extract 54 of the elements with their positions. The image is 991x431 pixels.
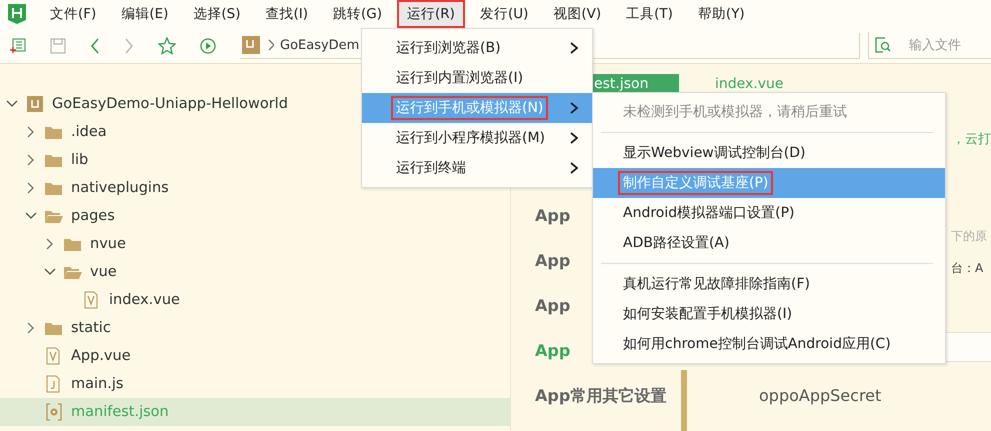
menu-item[interactable]: 跳转(G) — [323, 0, 392, 28]
section-link[interactable]: App — [535, 206, 570, 227]
folder-icon — [45, 321, 63, 335]
tree-item[interactable]: vue — [0, 258, 510, 286]
menu-item[interactable]: 查找(I) — [256, 0, 318, 28]
app-logo-icon — [8, 4, 26, 24]
body-text: 台：A — [951, 260, 984, 277]
menu-hint: 未检测到手机或模拟器，请稍后重试 — [622, 103, 848, 122]
section-link[interactable]: App常用其它设置 — [535, 386, 666, 407]
menu-item[interactable]: 运行(R) — [397, 0, 465, 28]
menu-item[interactable]: 帮助(Y) — [688, 0, 755, 28]
new-file-icon — [10, 38, 26, 54]
section-link[interactable]: App — [535, 251, 570, 272]
menu-item[interactable]: 选择(S) — [183, 0, 250, 28]
open-folder-icon — [64, 265, 82, 279]
section-link[interactable]: App — [535, 296, 570, 317]
config-file-icon — [45, 403, 63, 421]
tree-item[interactable]: nvue — [0, 230, 510, 258]
menu-item[interactable]: 视图(V) — [543, 0, 612, 28]
field-label: oppoAppSecret — [759, 386, 882, 405]
project-icon — [26, 96, 44, 112]
breadcrumb-item[interactable]: GoEasyDem — [280, 38, 360, 52]
search-field[interactable]: 输入文件 — [907, 36, 991, 54]
folder-icon — [45, 181, 63, 195]
back-icon — [90, 38, 100, 54]
tree-item[interactable]: pages — [0, 202, 510, 230]
project-icon — [242, 36, 260, 54]
menu-item[interactable]: 如何用chrome控制台调试Android应用(C) — [593, 329, 945, 359]
menu-item[interactable]: 工具(T) — [616, 0, 683, 28]
body-text: 下的原 — [951, 228, 987, 245]
menu-item[interactable]: Android模拟器端口设置(P) — [593, 198, 945, 228]
folder-icon — [64, 237, 82, 251]
tree-item[interactable]: main.js — [0, 370, 510, 398]
forward-icon — [124, 38, 134, 54]
tree-item[interactable]: static — [0, 314, 510, 342]
menu-item[interactable]: 真机运行常见故障排除指南(F) — [593, 269, 945, 299]
chevron-right-icon — [266, 39, 274, 51]
tree-item[interactable]: App.vue — [0, 342, 510, 370]
menu-item[interactable]: 编辑(E) — [111, 0, 178, 28]
tree-item[interactable]: index.vue — [0, 286, 510, 314]
run-icon — [200, 38, 216, 54]
menu-item[interactable]: 运行到小程序模拟器(M) — [362, 123, 592, 153]
folder-icon — [45, 125, 63, 139]
search-icon — [875, 37, 891, 53]
folder-icon — [45, 153, 63, 167]
menu-item[interactable]: 文件(F) — [40, 0, 106, 28]
menu-item[interactable]: 发行(U) — [470, 0, 538, 28]
menu-item[interactable]: ADB路径设置(A) — [593, 228, 945, 258]
star-icon — [158, 36, 176, 54]
menu-item[interactable]: 如何安装配置手机模拟器(I) — [593, 299, 945, 329]
menu-item[interactable]: 运行到浏览器(B) — [362, 33, 592, 63]
open-folder-icon — [45, 209, 63, 223]
menu-item[interactable]: 显示Webview调试控制台(D) — [593, 138, 945, 168]
save-icon — [50, 38, 66, 54]
